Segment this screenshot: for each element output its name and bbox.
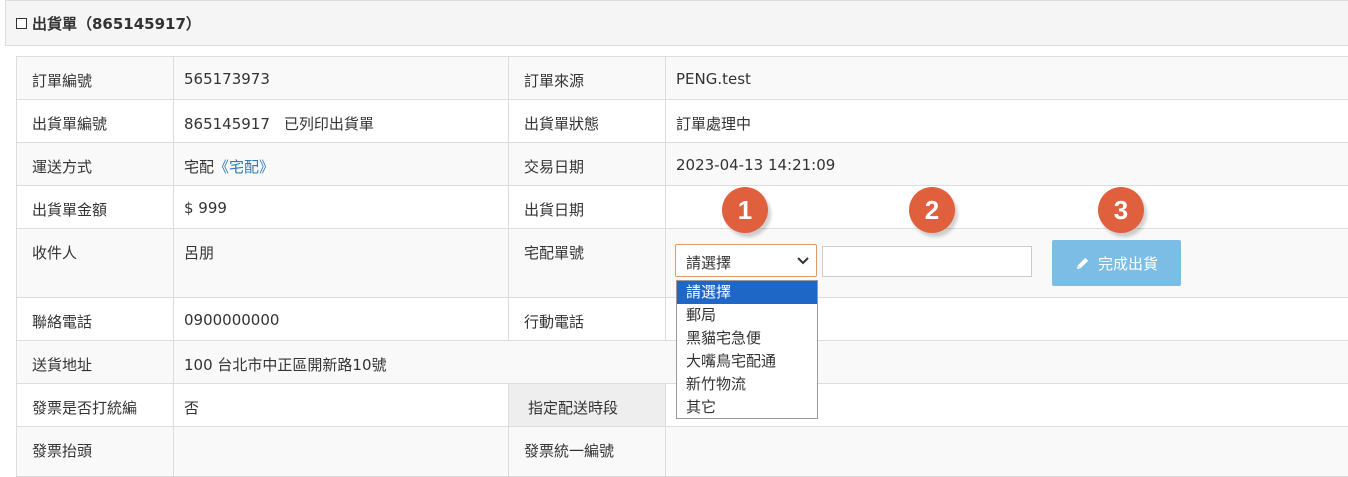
shipment-no: 865145917: [184, 115, 270, 133]
complete-shipment-label: 完成出貨: [1097, 254, 1158, 273]
step-badge-2: 2: [909, 187, 955, 233]
carrier-dropdown-list: 請選擇 郵局 黑貓宅急便 大嘴鳥宅配通 新竹物流 其它: [676, 280, 818, 419]
label-recipient: 收件人: [16, 229, 173, 297]
complete-shipment-button[interactable]: 完成出貨: [1052, 240, 1181, 286]
label-delivery-timeslot: 指定配送時段: [508, 384, 665, 426]
label-mobile: 行動電話: [508, 298, 665, 340]
carrier-select[interactable]: 請選擇: [675, 244, 817, 277]
table-row: 出貨單編號 865145917 已列印出貨單 出貨單狀態 訂單處理中: [16, 100, 1348, 143]
carrier-option[interactable]: 黑貓宅急便: [677, 327, 817, 350]
table-row: 出貨單金額 $ 999 出貨日期: [16, 186, 1348, 229]
label-trade-date: 交易日期: [508, 143, 665, 185]
step-badge-3: 3: [1098, 187, 1144, 233]
step-badge-1: 1: [722, 187, 768, 233]
chevron-down-icon: [797, 257, 809, 265]
value-invoice-title: [173, 427, 508, 476]
delivery-method: 宅配: [184, 158, 215, 176]
label-amount: 出貨單金額: [16, 186, 173, 228]
label-address: 送貨地址: [16, 341, 173, 383]
shipment-detail-table: 訂單編號 565173973 訂單來源 PENG.test 出貨單編號 8651…: [16, 56, 1348, 477]
label-order-no: 訂單編號: [16, 57, 173, 99]
value-trade-date: 2023-04-13 14:21:09: [665, 143, 1348, 185]
label-order-source: 訂單來源: [508, 57, 665, 99]
tracking-number-input[interactable]: [822, 246, 1032, 277]
carrier-option[interactable]: 請選擇: [677, 281, 817, 304]
value-delivery-method: 宅配《宅配》: [173, 143, 508, 185]
checkbox-icon[interactable]: [16, 17, 27, 29]
carrier-option[interactable]: 其它: [677, 396, 817, 419]
value-invoice-taxid-flag: 否: [173, 384, 508, 426]
label-shipment-status: 出貨單狀態: [508, 100, 665, 142]
label-shipment-no: 出貨單編號: [16, 100, 173, 142]
label-delivery-method: 運送方式: [16, 143, 173, 185]
value-amount: $ 999: [173, 186, 508, 228]
value-recipient: 呂朋: [173, 229, 508, 297]
panel-title: 出貨單（865145917）: [32, 14, 201, 33]
print-status: 已列印出貨單: [283, 115, 374, 133]
pencil-icon: [1076, 257, 1089, 269]
carrier-option[interactable]: 郵局: [677, 304, 817, 327]
label-phone: 聯絡電話: [16, 298, 173, 340]
value-shipment-no: 865145917 已列印出貨單: [173, 100, 508, 142]
label-ship-date: 出貨日期: [508, 186, 665, 228]
table-row: 訂單編號 565173973 訂單來源 PENG.test: [16, 57, 1348, 100]
label-tracking-no: 宅配單號: [508, 229, 665, 297]
label-invoice-taxid: 發票統一編號: [508, 427, 665, 476]
delivery-method-link[interactable]: 《宅配》: [214, 158, 274, 176]
panel-header: 出貨單（865145917）: [5, 0, 1348, 46]
carrier-option[interactable]: 大嘴鳥宅配通: [677, 350, 817, 373]
value-shipment-status: 訂單處理中: [665, 100, 1348, 142]
carrier-option[interactable]: 新竹物流: [677, 373, 817, 396]
label-invoice-taxid-flag: 發票是否打統編: [16, 384, 173, 426]
table-row: 運送方式 宅配《宅配》 交易日期 2023-04-13 14:21:09: [16, 143, 1348, 186]
value-order-source: PENG.test: [665, 57, 1348, 99]
value-order-no: 565173973: [173, 57, 508, 99]
label-invoice-title: 發票抬頭: [16, 427, 173, 476]
value-invoice-taxid: [665, 427, 1348, 476]
carrier-select-value: 請選擇: [686, 254, 732, 272]
table-row: 發票抬頭 發票統一編號: [16, 427, 1348, 477]
value-phone: 0900000000: [173, 298, 508, 340]
